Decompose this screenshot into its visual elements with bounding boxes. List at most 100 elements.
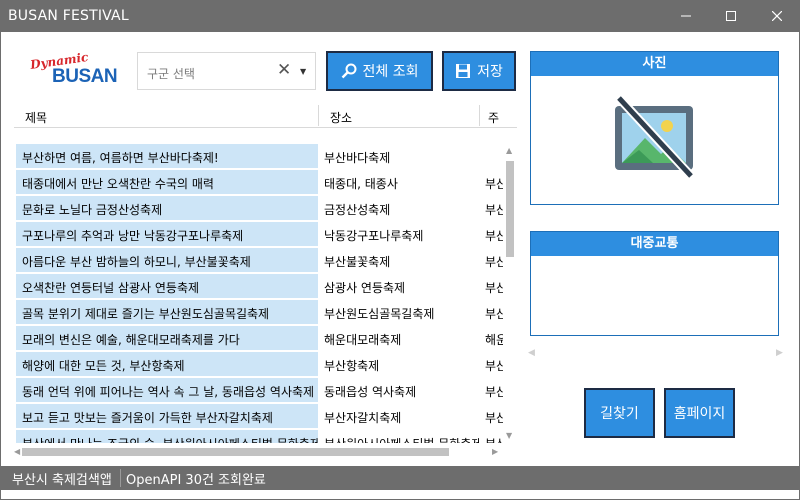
cell-title: 부산하면 여름, 여름하면 부산바다축제! <box>16 144 318 168</box>
window-bottom-border <box>0 490 800 500</box>
horizontal-scroll-thumb[interactable] <box>22 448 449 456</box>
homepage-label: 홈페이지 <box>673 406 726 422</box>
cell-place: 태종대, 태종사 <box>324 177 398 191</box>
search-all-label: 전체 조회 <box>362 64 419 80</box>
cell-address: 해운 <box>485 333 503 347</box>
search-all-button[interactable]: 전체 조회 <box>326 51 433 91</box>
logo-busan-text: BUSAN <box>52 66 118 87</box>
homepage-button[interactable]: 홈페이지 <box>664 388 735 438</box>
table-horizontal-scrollbar[interactable]: ◀ ▶ <box>14 445 503 459</box>
table-row[interactable]: 문화로 노닐다 금정산성축제 금정산성축제 부산 <box>14 195 503 221</box>
cell-place: 부산자갈치축제 <box>324 411 402 425</box>
cell-place: 부산원아시아페스티벌 문화축제 <box>319 430 479 443</box>
cell-place: 금정산성축제 <box>324 203 391 217</box>
cell-title: 오색찬란 연등터널 삼광사 연등축제 <box>16 274 318 298</box>
cell-address: 부산 <box>485 203 503 217</box>
column-header-address[interactable]: 주 <box>488 109 499 126</box>
table-row[interactable]: 오색찬란 연등터널 삼광사 연등축제 삼광사 연등축제 부산 <box>14 273 503 299</box>
public-transit-title: 대중교통 <box>531 232 778 256</box>
image-off-icon <box>609 92 699 185</box>
save-icon <box>455 63 471 79</box>
cell-place: 부산항축제 <box>324 359 380 373</box>
directions-button[interactable]: 길찾기 <box>584 388 655 438</box>
close-icon <box>772 11 782 21</box>
save-label: 저장 <box>477 64 503 80</box>
clear-icon[interactable]: ✕ <box>277 60 291 80</box>
table-row[interactable]: 부산에서 만나는 조국의 숨, 부산원아시아페스티벌 문화축제부산원아시아페스티… <box>14 429 503 443</box>
cell-address: 부산 <box>485 385 503 399</box>
cell-address: 부산 <box>485 281 503 295</box>
close-button[interactable] <box>754 0 800 32</box>
cell-title: 문화로 노닐다 금정산성축제 <box>16 196 318 220</box>
scroll-down-icon[interactable]: ▼ <box>506 431 512 440</box>
table-row[interactable]: 모래의 변신은 예술, 해운대모래축제를 가다 해운대모래축제 해운 <box>14 325 503 351</box>
table-body: 부산하면 여름, 여름하면 부산바다축제! 부산바다축제 태종대에서 만난 오색찬… <box>14 143 503 443</box>
cell-address: 부산 <box>485 411 503 425</box>
column-header-place[interactable]: 장소 <box>330 109 352 126</box>
scroll-up-icon[interactable]: ▲ <box>506 146 512 155</box>
column-header-title[interactable]: 제목 <box>25 109 47 126</box>
cell-place: 부산바다축제 <box>324 151 391 165</box>
cell-title: 아름다운 부산 밤하늘의 하모니, 부산불꽃축제 <box>16 248 318 272</box>
cell-address <box>480 144 503 168</box>
cell-place: 낙동강구포나루축제 <box>324 229 424 243</box>
table-row[interactable]: 해양에 대한 모든 것, 부산항축제 부산항축제 부산 <box>14 351 503 377</box>
table-row[interactable]: 태종대에서 만난 오색찬란 수국의 매력 태종대, 태종사 부산 <box>14 169 503 195</box>
public-transit-panel: 대중교통 <box>530 231 779 336</box>
table-row[interactable]: 구포나루의 추억과 낭만 낙동강구포나루축제 낙동강구포나루축제 부산 <box>14 221 503 247</box>
status-divider <box>120 469 121 487</box>
cell-place: 부산원도심골목길축제 <box>324 307 435 321</box>
table-vertical-scrollbar[interactable]: ▲ ▼ <box>503 143 517 443</box>
table-row[interactable]: 보고 듣고 맛보는 즐거움이 가득한 부산자갈치축제 부산자갈치축제 부산 <box>14 403 503 429</box>
cell-address: 부산 <box>485 177 503 191</box>
minimize-icon <box>681 15 691 17</box>
caret-left-icon: ◀ <box>528 348 535 358</box>
table-row[interactable]: 부산하면 여름, 여름하면 부산바다축제! 부산바다축제 <box>14 143 503 169</box>
cell-address: 부산 <box>485 359 503 373</box>
cell-address: 부산 <box>480 430 503 443</box>
window-title: BUSAN FESTIVAL <box>8 8 129 24</box>
cell-title: 골목 분위기 제대로 즐기는 부산원도심골목길축제 <box>16 300 318 324</box>
cell-title: 보고 듣고 맛보는 즐거움이 가득한 부산자갈치축제 <box>16 404 318 428</box>
cell-title: 모래의 변신은 예술, 해운대모래축제를 가다 <box>16 326 318 350</box>
district-select-placeholder: 구군 선택 <box>147 67 195 81</box>
scroll-left-icon[interactable]: ◀ <box>14 447 20 456</box>
cell-title: 구포나루의 추억과 낭만 낙동강구포나루축제 <box>16 222 318 246</box>
dynamic-busan-logo: Dynamic BUSAN <box>28 50 118 92</box>
dropdown-arrow-icon[interactable]: ▼ <box>300 67 306 76</box>
photo-panel-title: 사진 <box>531 52 778 76</box>
minimize-button[interactable] <box>663 0 709 32</box>
cell-title: 태종대에서 만난 오색찬란 수국의 매력 <box>16 170 318 194</box>
cell-title: 동래 언덕 위에 피어나는 역사 속 그 날, 동래읍성 역사축제 <box>16 378 318 402</box>
cell-title: 부산에서 만나는 조국의 숨, 부산원아시아페스티벌 문화축제 <box>16 430 318 443</box>
caret-right-icon: ▶ <box>776 348 783 358</box>
directions-label: 길찾기 <box>600 406 639 422</box>
status-app-name: 부산시 축제검색앱 <box>12 473 112 488</box>
cell-address: 부산 <box>485 255 503 269</box>
save-button[interactable]: 저장 <box>442 51 516 91</box>
cell-address: 부산 <box>485 307 503 321</box>
district-select[interactable]: 구군 선택 ✕ ▼ <box>137 52 316 90</box>
table-row[interactable]: 골목 분위기 제대로 즐기는 부산원도심골목길축제 부산원도심골목길축제 부산 <box>14 299 503 325</box>
scroll-right-icon[interactable]: ▶ <box>492 447 498 456</box>
table-header: 제목 장소 주 <box>14 103 517 128</box>
table-row[interactable]: 아름다운 부산 밤하늘의 하모니, 부산불꽃축제 부산불꽃축제 부산 <box>14 247 503 273</box>
festival-table: 제목 장소 주 부산하면 여름, 여름하면 부산바다축제! 부산바다축제 태종대에… <box>14 103 517 461</box>
title-bar: BUSAN FESTIVAL <box>0 0 800 32</box>
cell-place: 해운대모래축제 <box>324 333 402 347</box>
maximize-icon <box>726 11 736 21</box>
cell-place: 부산불꽃축제 <box>324 255 391 269</box>
cell-place: 삼광사 연등축제 <box>324 281 406 295</box>
search-icon <box>341 63 357 79</box>
column-divider[interactable] <box>479 105 480 126</box>
vertical-scroll-thumb[interactable] <box>506 161 514 257</box>
cell-place: 동래읍성 역사축제 <box>324 385 417 399</box>
cell-address: 부산 <box>485 229 503 243</box>
maximize-button[interactable] <box>708 0 754 32</box>
photo-panel: 사진 <box>530 51 779 205</box>
cell-title: 해양에 대한 모든 것, 부산항축제 <box>16 352 318 376</box>
status-message: OpenAPI 30건 조회완료 <box>126 473 266 488</box>
status-bar: 부산시 축제검색앱 OpenAPI 30건 조회완료 <box>0 466 800 490</box>
table-row[interactable]: 동래 언덕 위에 피어나는 역사 속 그 날, 동래읍성 역사축제 동래읍성 역사… <box>14 377 503 403</box>
column-divider[interactable] <box>318 105 319 126</box>
